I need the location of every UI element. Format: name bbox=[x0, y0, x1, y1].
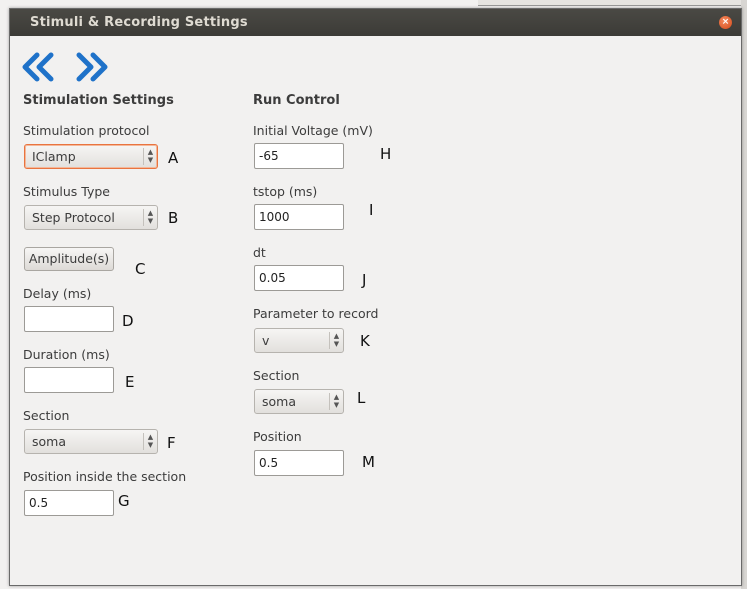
delay-label: Delay (ms) bbox=[23, 286, 92, 301]
window-title: Stimuli & Recording Settings bbox=[30, 15, 248, 30]
spin-arrows-icon: ▲ ▼ bbox=[143, 433, 157, 450]
annotation-letter-m: M bbox=[362, 453, 375, 471]
parameter-to-record-label: Parameter to record bbox=[253, 306, 379, 321]
annotation-letter-a: A bbox=[168, 149, 179, 167]
parameter-to-record-select[interactable]: v ▲ ▼ bbox=[254, 328, 344, 353]
tstop-input[interactable]: 1000 bbox=[254, 204, 344, 230]
annotation-letter-f: F bbox=[167, 434, 176, 452]
close-icon: × bbox=[721, 17, 730, 27]
back-button[interactable] bbox=[20, 49, 58, 85]
spin-arrows-icon: ▲ ▼ bbox=[329, 332, 343, 349]
initial-voltage-label: Initial Voltage (mV) bbox=[253, 123, 373, 138]
annotation-letter-d: D bbox=[122, 312, 134, 330]
stimulation-protocol-label: Stimulation protocol bbox=[23, 123, 150, 138]
spin-arrows-icon: ▲ ▼ bbox=[143, 209, 157, 226]
run-position-label: Position bbox=[253, 429, 302, 444]
annotation-letter-i: I bbox=[369, 201, 374, 219]
run-control-heading: Run Control bbox=[253, 93, 340, 108]
spin-arrows-icon: ▲ ▼ bbox=[143, 148, 157, 165]
initial-voltage-input[interactable]: -65 bbox=[254, 143, 344, 169]
spin-arrows-icon: ▲ ▼ bbox=[329, 393, 343, 410]
close-button[interactable]: × bbox=[719, 16, 732, 29]
stimulus-type-select[interactable]: Step Protocol ▲ ▼ bbox=[24, 205, 158, 230]
run-section-select[interactable]: soma ▲ ▼ bbox=[254, 389, 344, 414]
stimulation-settings-heading: Stimulation Settings bbox=[23, 93, 174, 108]
annotation-letter-e: E bbox=[125, 373, 135, 391]
annotation-letter-h: H bbox=[380, 145, 392, 163]
annotation-letter-j: J bbox=[362, 271, 367, 289]
run-section-value: soma bbox=[262, 394, 296, 409]
background-window-edge bbox=[478, 0, 747, 6]
tstop-label: tstop (ms) bbox=[253, 184, 318, 199]
annotation-letter-l: L bbox=[357, 389, 366, 407]
stim-section-label: Section bbox=[23, 408, 70, 423]
duration-input[interactable] bbox=[24, 367, 114, 393]
stim-position-input[interactable]: 0.5 bbox=[24, 490, 114, 516]
annotation-letter-k: K bbox=[360, 332, 370, 350]
delay-input[interactable] bbox=[24, 306, 114, 332]
stimulation-protocol-select[interactable]: IClamp ▲ ▼ bbox=[24, 144, 158, 169]
run-position-input[interactable]: 0.5 bbox=[254, 450, 344, 476]
settings-dialog: Stimuli & Recording Settings × Stimulati… bbox=[9, 8, 742, 586]
parameter-to-record-value: v bbox=[262, 333, 270, 348]
run-section-label: Section bbox=[253, 368, 300, 383]
title-bar[interactable]: Stimuli & Recording Settings × bbox=[10, 9, 741, 36]
stim-section-value: soma bbox=[32, 434, 66, 449]
stim-section-select[interactable]: soma ▲ ▼ bbox=[24, 429, 158, 454]
annotation-letter-g: G bbox=[118, 492, 130, 510]
annotation-letter-b: B bbox=[168, 209, 179, 227]
double-chevron-right-icon bbox=[76, 52, 108, 82]
stimulation-protocol-value: IClamp bbox=[32, 149, 76, 164]
dt-input[interactable]: 0.05 bbox=[254, 265, 344, 291]
duration-label: Duration (ms) bbox=[23, 347, 110, 362]
annotation-letter-c: C bbox=[135, 260, 146, 278]
amplitudes-button[interactable]: Amplitude(s) bbox=[24, 247, 114, 271]
forward-button[interactable] bbox=[72, 49, 110, 85]
stimulus-type-value: Step Protocol bbox=[32, 210, 115, 225]
stim-position-label: Position inside the section bbox=[23, 469, 187, 484]
dt-label: dt bbox=[253, 245, 266, 260]
stimulus-type-label: Stimulus Type bbox=[23, 184, 110, 199]
double-chevron-left-icon bbox=[22, 52, 54, 82]
